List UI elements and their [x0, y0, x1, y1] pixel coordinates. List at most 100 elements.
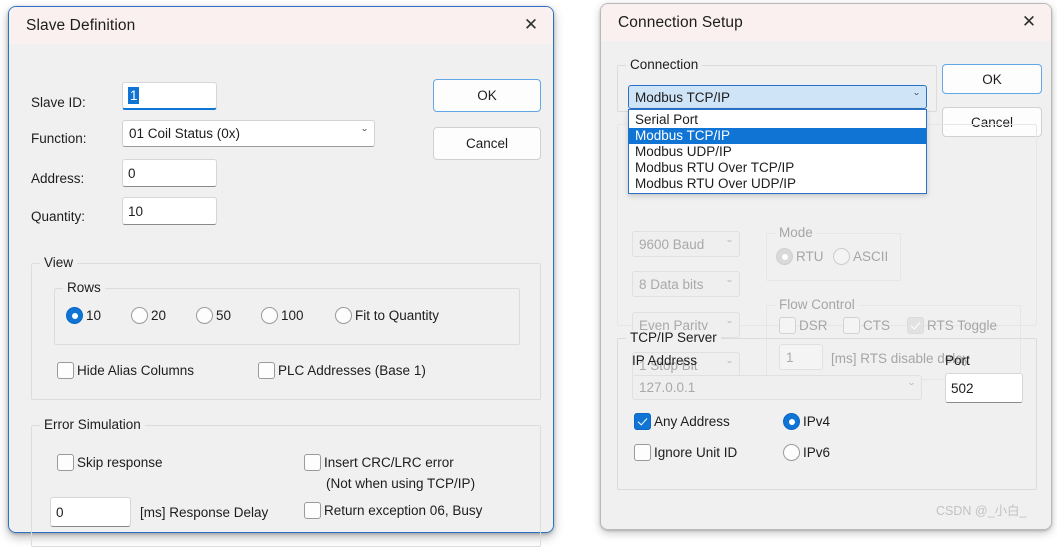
radio-dot-icon — [196, 307, 213, 324]
rows-radio-50-label: 50 — [216, 308, 232, 323]
plc-addresses-label: PLC Addresses (Base 1) — [278, 363, 426, 378]
baud-rate-select[interactable]: 9600 Baud ˅ — [632, 231, 740, 257]
radio-dot-icon — [261, 307, 278, 324]
connection-type-dropdown[interactable]: Serial Port Modbus TCP/IP Modbus UDP/IP … — [628, 109, 927, 194]
mode-group: Mode RTU ASCII — [766, 225, 901, 281]
slave-ok-label: OK — [477, 88, 497, 103]
chevron-down-icon: ˅ — [360, 129, 369, 138]
mode-group-title: Mode — [775, 225, 817, 240]
connection-type-select[interactable]: Modbus TCP/IP ˅ — [628, 85, 927, 109]
rts-toggle-label: RTS Toggle — [927, 318, 998, 333]
rows-radio-10-label: 10 — [86, 308, 102, 323]
ipv4-radio[interactable]: IPv4 — [783, 413, 830, 430]
quantity-label: Quantity: — [31, 209, 86, 224]
rows-radio-20-label: 20 — [151, 308, 167, 323]
checkbox-icon — [57, 454, 74, 471]
quantity-input[interactable]: 10 — [122, 197, 217, 225]
insert-crc-error-note: (Not when using TCP/IP) — [326, 476, 476, 491]
response-delay-input[interactable]: 0 — [50, 497, 131, 527]
connection-setup-body: OK Cancel Connection Modbus TCP/IP ˅ S 9… — [601, 41, 1051, 529]
insert-crc-error-checkbox[interactable]: Insert CRC/LRC error — [304, 454, 454, 471]
plc-addresses-checkbox[interactable]: PLC Addresses (Base 1) — [258, 362, 426, 379]
checkbox-icon — [779, 317, 796, 334]
rows-radio-fit[interactable]: Fit to Quantity — [335, 307, 439, 324]
mode-radio-ascii[interactable]: ASCII — [833, 248, 888, 265]
radio-dot-icon — [66, 307, 83, 324]
csdn-watermark: CSDN @_小白_ — [936, 504, 1027, 518]
dropdown-option-modbus-tcpip[interactable]: Modbus TCP/IP — [629, 128, 926, 144]
connection-group-title: Connection — [626, 57, 703, 72]
rows-radio-100[interactable]: 100 — [261, 307, 304, 324]
address-value: 0 — [128, 165, 136, 181]
cts-label: CTS — [863, 318, 890, 333]
slave-definition-body: Slave ID: 1 Function: 01 Coil Status (0x… — [9, 44, 553, 547]
dropdown-option-serial-port[interactable]: Serial Port — [629, 112, 926, 128]
port-value: 502 — [951, 380, 974, 396]
view-group-title: View — [40, 255, 78, 270]
connection-setup-titlebar[interactable]: Connection Setup ✕ — [601, 4, 1051, 41]
connection-setup-title: Connection Setup — [618, 13, 743, 31]
ignore-unit-id-label: Ignore Unit ID — [654, 445, 738, 460]
cts-checkbox[interactable]: CTS — [843, 317, 890, 334]
rows-group: Rows 10 20 50 100 Fit to Quantity — [54, 280, 520, 345]
return-exception-label: Return exception 06, Busy — [324, 503, 483, 518]
skip-response-label: Skip response — [77, 455, 163, 470]
rts-toggle-checkbox[interactable]: RTS Toggle — [907, 317, 997, 334]
chevron-down-icon: ˅ — [907, 383, 916, 392]
hide-alias-columns-label: Hide Alias Columns — [77, 363, 195, 378]
mode-radio-rtu-label: RTU — [796, 249, 824, 264]
connection-ok-button[interactable]: OK — [942, 64, 1042, 94]
slave-id-value: 1 — [128, 87, 139, 104]
flow-control-group-title: Flow Control — [775, 297, 859, 312]
return-exception-checkbox[interactable]: Return exception 06, Busy — [304, 502, 482, 519]
chevron-down-icon: ˅ — [912, 92, 921, 102]
any-address-checkbox[interactable]: Any Address — [634, 413, 730, 430]
slave-ok-button[interactable]: OK — [433, 79, 541, 112]
slave-id-input[interactable]: 1 — [122, 82, 217, 110]
ignore-unit-id-checkbox[interactable]: Ignore Unit ID — [634, 444, 737, 461]
port-label: Port — [945, 353, 970, 368]
hide-alias-columns-checkbox[interactable]: Hide Alias Columns — [57, 362, 194, 379]
dsr-label: DSR — [799, 318, 828, 333]
ipv4-label: IPv4 — [803, 414, 831, 429]
radio-dot-icon — [335, 307, 352, 324]
connection-ok-label: OK — [982, 71, 1002, 87]
chevron-down-icon: ˅ — [725, 320, 734, 330]
checkbox-icon — [258, 362, 275, 379]
slave-cancel-button[interactable]: Cancel — [433, 127, 541, 160]
close-icon[interactable]: ✕ — [1007, 5, 1051, 41]
radio-dot-icon — [783, 413, 800, 430]
data-bits-select[interactable]: 8 Data bits ˅ — [632, 271, 740, 297]
checkbox-icon — [634, 413, 651, 430]
slave-definition-title: Slave Definition — [26, 16, 136, 34]
insert-crc-error-label: Insert CRC/LRC error — [324, 455, 454, 470]
quantity-value: 10 — [128, 203, 144, 219]
ipv6-radio[interactable]: IPv6 — [783, 444, 830, 461]
slave-definition-titlebar[interactable]: Slave Definition ✕ — [9, 7, 553, 44]
mode-radio-ascii-label: ASCII — [853, 249, 889, 264]
ip-address-select[interactable]: 127.0.0.1 ˅ — [632, 375, 922, 400]
dropdown-option-modbus-rtu-over-udpip[interactable]: Modbus RTU Over UDP/IP — [629, 176, 926, 192]
rows-radio-10[interactable]: 10 — [66, 307, 101, 324]
port-input[interactable]: 502 — [945, 373, 1023, 403]
function-select[interactable]: 01 Coil Status (0x) ˅ — [122, 120, 375, 147]
any-address-label: Any Address — [654, 414, 730, 429]
rows-radio-fit-label: Fit to Quantity — [355, 308, 440, 323]
dropdown-option-modbus-udpip[interactable]: Modbus UDP/IP — [629, 144, 926, 160]
baud-rate-value: 9600 Baud — [639, 236, 705, 252]
rows-radio-50[interactable]: 50 — [196, 307, 231, 324]
dropdown-option-modbus-rtu-over-tcpip[interactable]: Modbus RTU Over TCP/IP — [629, 160, 926, 176]
checkbox-icon — [304, 454, 321, 471]
chevron-down-icon: ˅ — [725, 239, 734, 249]
close-icon[interactable]: ✕ — [509, 8, 553, 44]
chevron-down-icon: ˅ — [725, 279, 734, 289]
connection-type-value: Modbus TCP/IP — [635, 89, 731, 105]
skip-response-checkbox[interactable]: Skip response — [57, 454, 163, 471]
address-input[interactable]: 0 — [122, 159, 217, 187]
radio-dot-icon — [833, 248, 850, 265]
mode-radio-rtu[interactable]: RTU — [776, 248, 824, 265]
function-label: Function: — [31, 131, 87, 146]
rows-radio-20[interactable]: 20 — [131, 307, 166, 324]
slave-cancel-label: Cancel — [465, 136, 509, 151]
dsr-checkbox[interactable]: DSR — [779, 317, 828, 334]
